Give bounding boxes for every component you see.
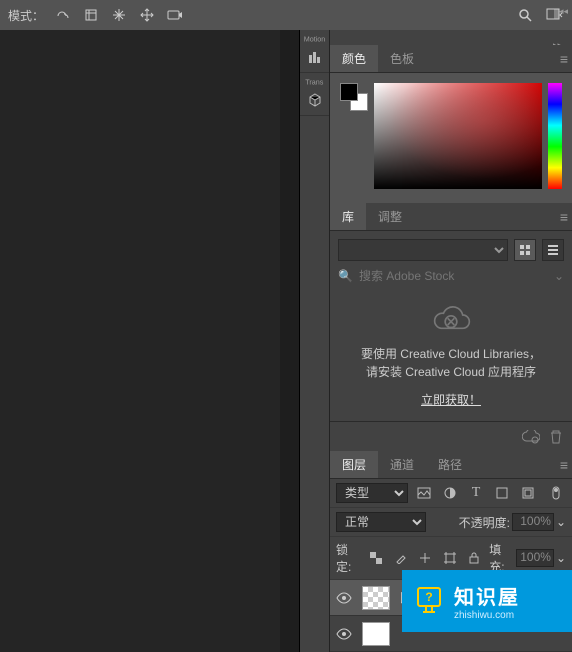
watermark-title: 知识屋 <box>454 581 520 610</box>
tab-adjustments[interactable]: 调整 <box>366 203 414 230</box>
blend-select[interactable]: 正常 <box>336 512 426 532</box>
visibility-icon[interactable] <box>336 628 352 640</box>
layer-filter-select[interactable]: 类型 <box>336 483 408 503</box>
library-select[interactable] <box>338 239 508 261</box>
mode-icon-4[interactable] <box>138 8 156 22</box>
lock-artboard-icon[interactable] <box>440 548 458 568</box>
main-area: ◂◂ Motion Trans ▸▸ 颜色 色板 ≡ 库 调 <box>0 30 572 652</box>
lock-label: 锁定: <box>336 541 361 575</box>
cloud-sync-icon[interactable] <box>522 430 540 444</box>
watermark: ? 知识屋 zhishiwu.com <box>402 570 572 632</box>
svg-text:?: ? <box>425 590 432 604</box>
grid-view-icon[interactable] <box>514 239 536 261</box>
layer-thumbnail[interactable] <box>362 622 390 646</box>
layer-thumbnail[interactable] <box>362 586 390 610</box>
search-icon: 🔍 <box>338 269 353 283</box>
mode-label: 模式： <box>8 7 44 24</box>
panel-menu-icon[interactable]: ≡ <box>560 209 568 225</box>
expand-dock-icon[interactable]: ◂◂ <box>559 6 568 17</box>
library-get-link[interactable]: 立即获取！ <box>421 391 481 408</box>
lock-all-icon[interactable] <box>465 548 483 568</box>
dock-group-label-2: Trans <box>305 78 323 86</box>
color-panel-tabs: 颜色 色板 ≡ <box>330 45 572 73</box>
library-empty-state: 要使用 Creative Cloud Libraries， 请安装 Creati… <box>330 291 572 421</box>
tab-swatches[interactable]: 色板 <box>378 45 426 72</box>
opacity-input[interactable]: 100% <box>512 513 554 531</box>
lock-paint-icon[interactable] <box>392 548 410 568</box>
chevron-down-icon[interactable]: ⌄ <box>556 515 566 529</box>
tab-libraries[interactable]: 库 <box>330 203 366 230</box>
tab-layers[interactable]: 图层 <box>330 451 378 478</box>
color-field[interactable] <box>374 83 542 189</box>
cloud-offline-icon <box>431 305 471 335</box>
hue-slider[interactable] <box>548 83 562 189</box>
library-panel-body: 🔍 ⌄ 要使用 Creative Cloud Libraries， 请安装 Cr… <box>330 231 572 451</box>
panel-menu-icon[interactable]: ≡ <box>560 457 568 473</box>
library-panel-tabs: 库 调整 ≡ <box>330 203 572 231</box>
stock-search-row: 🔍 ⌄ <box>330 269 572 291</box>
filter-adjust-icon[interactable] <box>440 483 460 503</box>
mode-icon-3[interactable] <box>110 8 128 22</box>
mode-icon-1[interactable] <box>54 8 72 22</box>
list-view-icon[interactable] <box>542 239 564 261</box>
options-left: 模式： <box>8 7 184 24</box>
filter-type-icon[interactable]: T <box>466 483 486 503</box>
panels-column: ▸▸ 颜色 色板 ≡ 库 调整 ≡ <box>330 30 572 652</box>
library-toolbar <box>330 231 572 269</box>
opacity-label: 不透明度: <box>459 514 510 531</box>
collapsed-dock: ◂◂ Motion Trans <box>300 30 330 652</box>
mode-icon-5[interactable] <box>166 8 184 22</box>
tab-paths[interactable]: 路径 <box>426 451 474 478</box>
options-right <box>516 8 564 22</box>
library-empty-text: 要使用 Creative Cloud Libraries， 请安装 Creati… <box>361 345 541 381</box>
options-bar: 模式： <box>0 0 572 30</box>
chevron-down-icon[interactable]: ⌄ <box>554 269 564 283</box>
lock-transparent-icon[interactable] <box>367 548 385 568</box>
blend-row: 正常 不透明度: 100% ⌄ <box>330 508 572 537</box>
chevron-down-icon[interactable]: ⌄ <box>556 551 566 565</box>
mode-icon-2[interactable] <box>82 8 100 22</box>
fill-input[interactable]: 100% <box>516 549 554 567</box>
color-panel-body <box>330 73 572 203</box>
stock-search-input[interactable] <box>359 269 548 283</box>
filter-toggle-icon[interactable] <box>546 483 566 503</box>
library-footer <box>330 421 572 451</box>
document-canvas[interactable] <box>0 30 280 652</box>
panel-menu-icon[interactable]: ≡ <box>560 51 568 67</box>
layers-panel-tabs: 图层 通道 路径 ≡ <box>330 451 572 479</box>
fg-bg-swatch[interactable] <box>340 83 368 111</box>
canvas-area[interactable] <box>0 30 300 652</box>
visibility-icon[interactable] <box>336 592 352 604</box>
tab-color[interactable]: 颜色 <box>330 45 378 72</box>
lock-position-icon[interactable] <box>416 548 434 568</box>
filter-pixel-icon[interactable] <box>414 483 434 503</box>
watermark-icon: ? <box>412 584 446 618</box>
dock-icon-1[interactable] <box>304 46 326 68</box>
dock-group-label: Motion <box>304 35 326 43</box>
search-icon[interactable] <box>516 8 534 22</box>
filter-shape-icon[interactable] <box>492 483 512 503</box>
filter-smart-icon[interactable] <box>518 483 538 503</box>
tab-channels[interactable]: 通道 <box>378 451 426 478</box>
dock-icon-2[interactable] <box>304 89 326 111</box>
layer-filter-row: 类型 T <box>330 479 572 508</box>
foreground-swatch[interactable] <box>340 83 358 101</box>
trash-icon[interactable] <box>550 430 562 444</box>
watermark-subtitle: zhishiwu.com <box>454 610 520 621</box>
